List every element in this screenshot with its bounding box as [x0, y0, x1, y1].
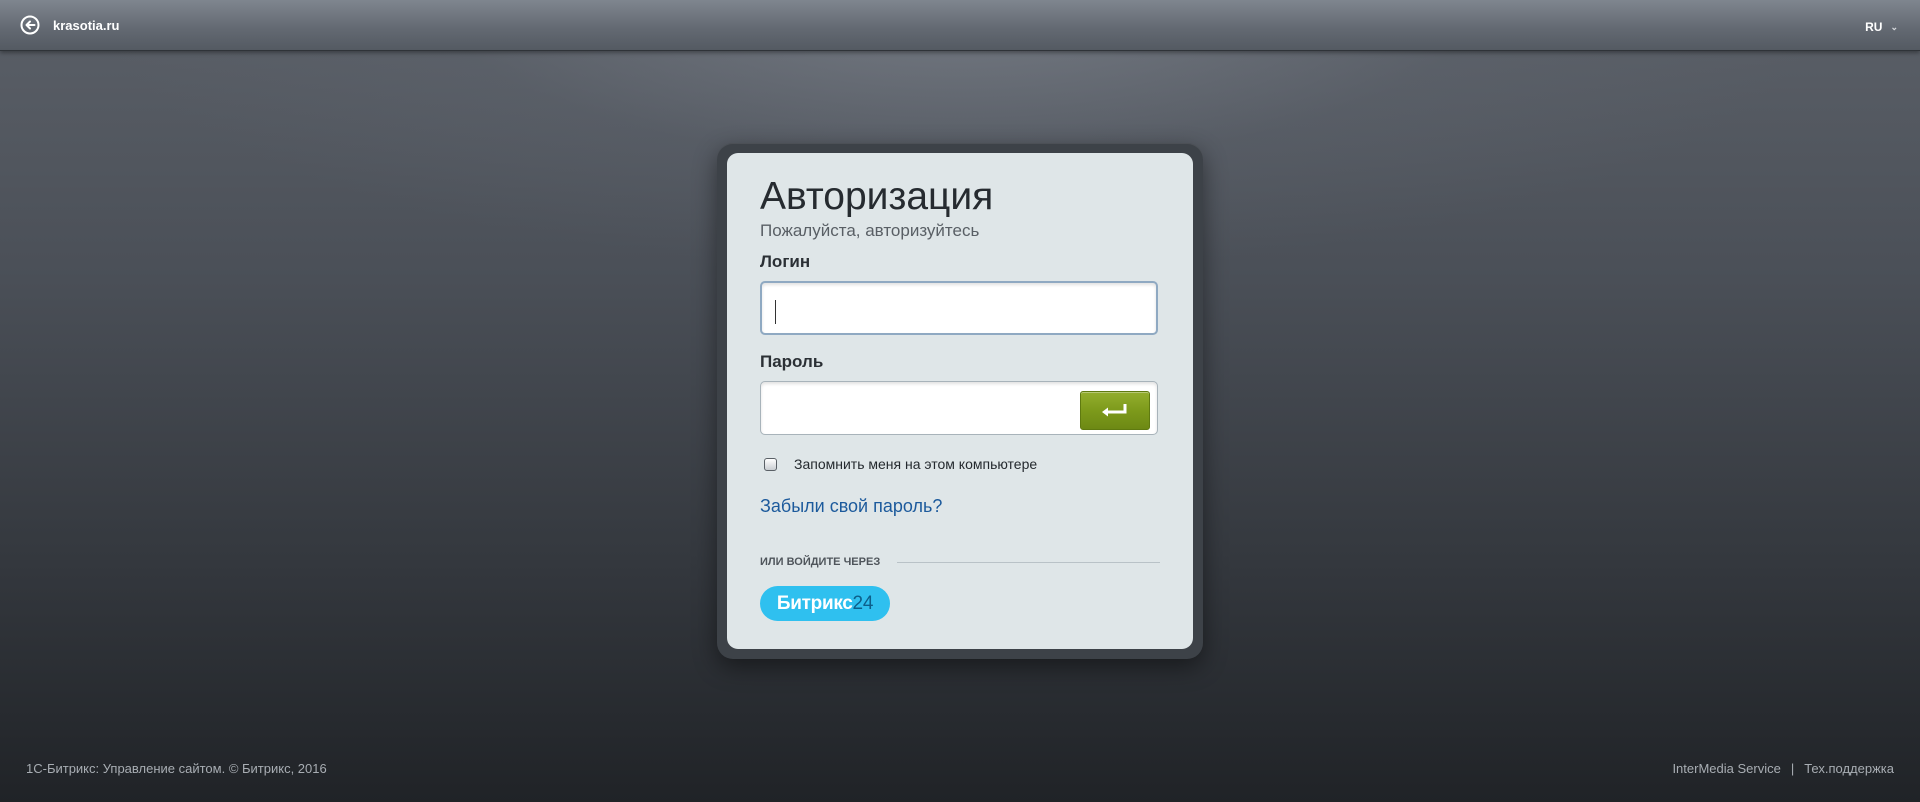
remember-checkbox[interactable] — [764, 457, 777, 471]
chevron-down-icon: ⌄ — [1890, 22, 1898, 32]
bitrix24-text: Битрикс — [776, 593, 853, 614]
page-subtitle: Пожалуйста, авторизуйтесь — [760, 221, 980, 240]
forgot-password-link[interactable]: Забыли свой пароль? — [760, 496, 942, 517]
text-caret — [775, 300, 776, 324]
top-bar: krasotia.ru RU ⌄ — [0, 0, 1920, 51]
back-arrow-icon[interactable] — [20, 15, 40, 35]
enter-arrow-icon — [1102, 404, 1127, 417]
language-selector[interactable]: RU ⌄ — [1865, 20, 1898, 34]
or-login-with-label: ИЛИ ВОЙДИТЕ ЧЕРЕЗ — [760, 556, 881, 568]
login-frame: Авторизация Пожалуйста, авторизуйтесь Ло… — [717, 143, 1203, 659]
footer-links: InterMedia Service | Тех.поддержка — [1672, 761, 1894, 776]
submit-button[interactable] — [1080, 391, 1150, 430]
bitrix24-number: 24 — [852, 593, 874, 614]
support-link[interactable]: Тех.поддержка — [1804, 761, 1894, 776]
bitrix24-login-button[interactable]: Битрикс24 — [760, 586, 890, 621]
footer-separator: | — [1790, 761, 1795, 776]
remember-label: Запомнить меня на этом компьютере — [794, 456, 1038, 472]
password-label: Пароль — [760, 352, 824, 371]
login-label: Логин — [760, 252, 811, 271]
login-input[interactable] — [760, 281, 1158, 335]
site-name-link[interactable]: krasotia.ru — [53, 18, 119, 33]
remember-me[interactable]: Запомнить меня на этом компьютере — [764, 456, 1037, 472]
login-card: Авторизация Пожалуйста, авторизуйтесь Ло… — [727, 153, 1193, 649]
language-label: RU — [1865, 20, 1883, 34]
divider — [897, 562, 1160, 563]
footer-copyright: 1С-Битрикс: Управление сайтом. © Битрикс… — [26, 761, 327, 776]
page-title: Авторизация — [760, 175, 994, 218]
intermedia-link[interactable]: InterMedia Service — [1672, 761, 1780, 776]
